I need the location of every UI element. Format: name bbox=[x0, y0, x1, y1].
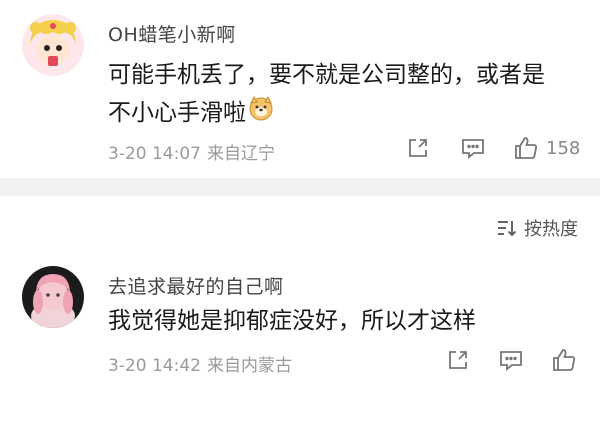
sort-icon bbox=[498, 221, 517, 237]
comment-text-line: 可能手机丢了，要不就是公司整的，或者是 bbox=[108, 62, 545, 88]
share-button[interactable] bbox=[446, 348, 470, 372]
comment-text: 我觉得她是抑郁症没好，所以才这样 bbox=[108, 302, 476, 340]
like-count: 158 bbox=[546, 137, 581, 159]
share-button[interactable] bbox=[406, 136, 430, 160]
comment-icon bbox=[500, 351, 522, 371]
comment-text-line: 不小心手滑啦 bbox=[108, 94, 545, 133]
share-icon bbox=[449, 351, 467, 369]
username[interactable]: OH蜡笔小新啊 bbox=[108, 20, 236, 47]
comment-location: 来自内蒙古 bbox=[206, 356, 292, 376]
comment-button[interactable] bbox=[460, 136, 486, 160]
sort-toggle[interactable]: 按热度 bbox=[496, 215, 578, 241]
doge-emoji-icon bbox=[248, 95, 274, 133]
thumbs-up-icon bbox=[515, 137, 537, 159]
comment-text: 可能手机丢了，要不就是公司整的，或者是 不小心手滑啦 bbox=[108, 56, 545, 133]
comment-date: 3-20 14:42 bbox=[108, 356, 201, 376]
like-button[interactable] bbox=[550, 346, 584, 374]
avatar[interactable] bbox=[22, 266, 84, 328]
thumbs-up-icon bbox=[553, 349, 575, 371]
comment-text-line: 我觉得她是抑郁症没好，所以才这样 bbox=[108, 308, 476, 334]
username[interactable]: 去追求最好的自己啊 bbox=[108, 272, 284, 299]
section-divider bbox=[0, 178, 600, 196]
comment-icon bbox=[462, 139, 484, 159]
sort-label: 按热度 bbox=[524, 219, 578, 240]
comment-text-line-content: 不小心手滑啦 bbox=[108, 100, 246, 126]
comment-button[interactable] bbox=[498, 348, 524, 372]
like-button[interactable]: 158 bbox=[512, 134, 580, 162]
avatar[interactable] bbox=[22, 14, 84, 76]
comment-date: 3-20 14:07 bbox=[108, 144, 201, 164]
comment-meta: 3-20 14:42 来自内蒙古 bbox=[108, 351, 292, 376]
comment-location: 来自辽宁 bbox=[206, 144, 275, 164]
comment-meta: 3-20 14:07 来自辽宁 bbox=[108, 139, 275, 164]
share-icon bbox=[409, 139, 427, 157]
